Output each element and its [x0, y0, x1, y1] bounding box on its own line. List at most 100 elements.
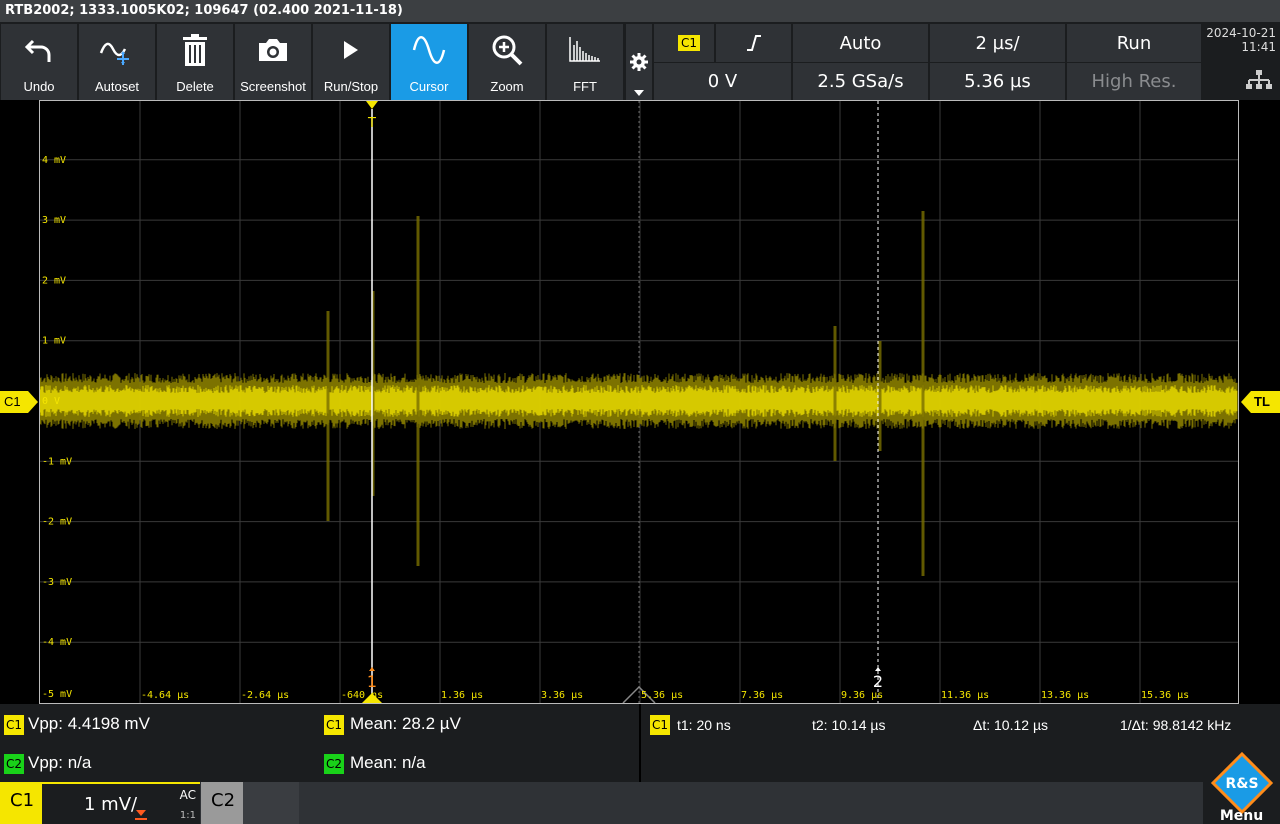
title-bar: RTB2002; 1333.1005K02; 109647 (02.400 20… — [0, 0, 1280, 22]
cursor2-up-arrow — [875, 667, 881, 671]
x-axis-label: 1.36 µs — [441, 690, 483, 701]
run-stop-label: Run/Stop — [323, 79, 379, 94]
cursor-button[interactable]: Cursor — [391, 24, 467, 100]
screenshot-label: Screenshot — [240, 79, 306, 94]
channel1-probe: 1:1 — [179, 810, 196, 821]
cursor-channel-tag: C1 — [650, 715, 670, 735]
meas2-channel-tag: C1 — [324, 715, 344, 735]
rising-edge-icon — [746, 35, 761, 51]
offset-arrow-icon — [135, 810, 147, 820]
y-axis-label: -3 mV — [42, 577, 72, 588]
cursor-label: Cursor — [409, 79, 449, 94]
channel1-offset-label: C1 — [4, 394, 21, 409]
chevron-down-icon — [634, 90, 644, 96]
delete-button[interactable]: Delete — [157, 24, 233, 100]
channel2-button[interactable]: C2 — [201, 782, 243, 824]
meas1-channel-tag: C1 — [4, 715, 24, 735]
waveform-grid: T 1 2 4 mV 3 mV 2 mV 1 mV 0 V -1 mV -2 mV -3 mV -4 … — [40, 101, 1238, 703]
fft-label: FFT — [573, 79, 597, 94]
meas4-channel-tag: C2 — [324, 754, 344, 774]
x-axis-label: -640 ns — [341, 690, 383, 701]
zoom-icon — [469, 30, 545, 70]
run-stop-button[interactable]: Run/Stop — [313, 24, 389, 100]
trigger-level-label: TL — [1254, 394, 1270, 409]
x-axis-label: 11.36 µs — [941, 690, 989, 701]
cursor-delta-t: Δt: 10.12 µs — [973, 717, 1049, 733]
x-axis-label: 9.36 µs — [841, 690, 883, 701]
meas-c1-vpp[interactable]: Vpp: 4.4198 mV — [28, 714, 150, 734]
y-axis-label: 4 mV — [42, 155, 66, 166]
camera-icon — [235, 30, 311, 70]
zoom-label: Zoom — [490, 79, 524, 94]
x-axis-label: 13.36 µs — [1041, 690, 1089, 701]
cursor2-label: 2 — [873, 672, 883, 691]
horizontal-position[interactable]: 5.36 µs — [930, 63, 1065, 100]
channel2-settings[interactable] — [243, 782, 299, 824]
acquisition-mode[interactable]: High Res. — [1067, 63, 1201, 100]
meas-c2-vpp[interactable]: Vpp: n/a — [28, 753, 91, 773]
trigger-marker-text: T — [367, 116, 376, 131]
svg-text:R&S: R&S — [1225, 776, 1258, 792]
y-axis-label: 3 mV — [42, 215, 66, 226]
x-axis-label: 3.36 µs — [541, 690, 583, 701]
autoset-button[interactable]: Autoset — [79, 24, 155, 100]
trigger-source[interactable]: C1 — [654, 24, 714, 62]
autoset-icon — [79, 30, 155, 70]
trigger-position-marker — [366, 101, 378, 109]
x-axis-label: -4.64 µs — [141, 690, 189, 701]
zoom-button[interactable]: Zoom — [469, 24, 545, 100]
meas-c1-mean[interactable]: Mean: 28.2 µV — [350, 714, 461, 734]
x-axis-label: 5.36 µs — [641, 690, 683, 701]
y-axis-label: 1 mV — [42, 336, 66, 347]
y-axis-label: 0 V — [42, 396, 60, 407]
run-state[interactable]: Run — [1067, 24, 1201, 62]
waveform-display[interactable]: T 1 2 4 mV 3 mV 2 mV 1 mV 0 V -1 mV -2 mV -3 mV -4 … — [39, 100, 1239, 704]
x-axis-label: 7.36 µs — [741, 690, 783, 701]
gear-icon — [630, 53, 648, 71]
fft-button[interactable]: FFT — [547, 24, 623, 100]
cursor-frequency: 1/Δt: 98.8142 kHz — [1120, 717, 1232, 733]
rs-logo-icon: R&S — [1211, 752, 1273, 814]
network-icon[interactable] — [1246, 70, 1272, 90]
time: 11:41 — [1241, 40, 1276, 54]
trigger-level[interactable]: 0 V — [654, 63, 791, 100]
timebase[interactable]: 2 µs/ — [930, 24, 1065, 62]
menu-button[interactable]: R&S Menu — [1203, 752, 1280, 824]
y-axis-label: 2 mV — [42, 275, 66, 286]
fft-icon — [547, 30, 623, 70]
measurement-panel: C1 Vpp: 4.4198 mV C1 Mean: 28.2 µV C2 Vp… — [0, 704, 1280, 782]
trigger-source-tag: C1 — [678, 35, 701, 51]
sample-rate[interactable]: 2.5 GSa/s — [793, 63, 928, 100]
channel1-button[interactable]: C1 — [0, 782, 42, 824]
menu-label: Menu — [1219, 808, 1264, 824]
meas3-channel-tag: C2 — [4, 754, 24, 774]
undo-icon — [1, 30, 77, 70]
channel1-scale: 1 mV/ — [84, 794, 138, 815]
channel1-settings[interactable]: 1 mV/ AC 1:1 — [42, 782, 200, 824]
y-axis-label: -5 mV — [42, 689, 72, 700]
cursor1-label: 1 — [367, 672, 377, 691]
trash-icon — [157, 30, 233, 70]
cursor-t2: t2: 10.14 µs — [812, 717, 886, 733]
trigger-mode[interactable]: Auto — [793, 24, 928, 62]
x-axis-label: 15.36 µs — [1141, 690, 1189, 701]
trigger-slope[interactable] — [716, 24, 791, 62]
panel-divider — [639, 704, 641, 782]
y-axis-label: -1 mV — [42, 456, 72, 467]
channel-bar: C1 1 mV/ AC 1:1 C2 R&S Menu — [0, 752, 1280, 824]
settings-button[interactable] — [626, 24, 652, 100]
meas-c2-mean[interactable]: Mean: n/a — [350, 753, 426, 773]
y-axis-label: -4 mV — [42, 637, 72, 648]
undo-label: Undo — [23, 79, 55, 94]
undo-button[interactable]: Undo — [1, 24, 77, 100]
cursor1-up-arrow — [369, 667, 375, 671]
autoset-label: Autoset — [94, 79, 140, 94]
x-axis-label: -2.64 µs — [241, 690, 289, 701]
play-icon — [313, 30, 389, 70]
delete-label: Delete — [176, 79, 214, 94]
y-axis-label: -2 mV — [42, 517, 72, 528]
date: 2024-10-21 — [1206, 26, 1276, 40]
channel1-coupling: AC — [179, 788, 196, 802]
cursor-wave-icon — [391, 30, 467, 70]
screenshot-button[interactable]: Screenshot — [235, 24, 311, 100]
